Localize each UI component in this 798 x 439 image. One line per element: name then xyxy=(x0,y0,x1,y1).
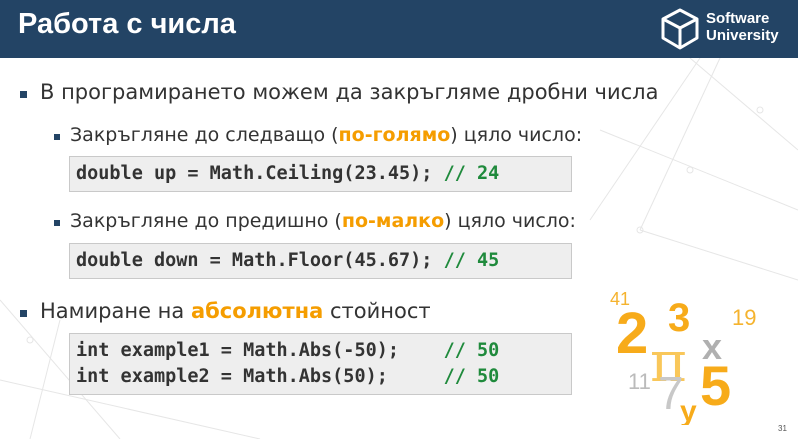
deco-y: y xyxy=(680,395,697,425)
bullet-square-icon xyxy=(20,91,27,98)
code-text: double up = Math.Ceiling(23.45); xyxy=(76,163,444,184)
subbullet-floor: Закръгляне до предишно (по-малко) цяло ч… xyxy=(54,210,576,232)
bullet-square-icon xyxy=(20,310,27,317)
code-comment: // 50 xyxy=(443,340,500,361)
deco-19: 19 xyxy=(732,305,756,330)
logo-line-1: Software xyxy=(706,10,770,27)
code-text: int example1 = Math.Abs(-50); xyxy=(76,340,444,361)
bullet-highlight: абсолютна xyxy=(190,299,324,323)
bullet-text: В програмирането можем да закръгляме дро… xyxy=(40,80,659,104)
subbullet-text-before: Закръгляне до следващо ( xyxy=(70,124,339,146)
code-line-2: int example2 = Math.Abs(50); // 50 xyxy=(76,364,565,390)
subbullet-text-after: ) цяло число: xyxy=(450,124,583,146)
bullet-text-before: Намиране на xyxy=(40,299,191,323)
logo-line-2: University xyxy=(706,27,779,44)
subbullet-text-after: ) цяло число: xyxy=(444,210,576,232)
page-number: 31 xyxy=(778,424,787,433)
code-block-abs: int example1 = Math.Abs(-50); // 50 int e… xyxy=(69,333,572,395)
bullet-square-icon xyxy=(54,220,60,226)
bullet-text-after: стойност xyxy=(323,299,431,323)
bullet-absolute: Намиране на абсолютна стойност xyxy=(20,299,431,323)
logo-cube-icon xyxy=(661,8,699,50)
deco-11: 11 xyxy=(628,369,651,394)
code-block-floor: double down = Math.Floor(45.67); // 45 xyxy=(69,243,572,279)
subbullet-text-before: Закръгляне до предишно ( xyxy=(70,210,342,232)
code-text: double down = Math.Floor(45.67); xyxy=(76,250,444,271)
bullet-square-icon xyxy=(54,134,60,140)
subbullet-ceiling: Закръгляне до следващо (по-голямо) цяло … xyxy=(54,124,583,146)
softuni-logo: Software University xyxy=(658,7,788,51)
math-decoration-graphic: 41 2 3 19 π x 11 7 5 y xyxy=(610,289,756,425)
code-line-1: int example1 = Math.Abs(-50); // 50 xyxy=(76,338,565,364)
code-comment: // 24 xyxy=(443,163,500,184)
subbullet-highlight: по-голямо xyxy=(338,124,451,146)
deco-2: 2 xyxy=(616,301,648,366)
slide-title: Работа с числа xyxy=(18,8,236,40)
code-block-ceiling: double up = Math.Ceiling(23.45); // 24 xyxy=(69,156,572,192)
code-text: int example2 = Math.Abs(50); xyxy=(76,366,444,387)
subbullet-highlight: по-малко xyxy=(341,210,445,232)
slide-header: Работа с числа Software University xyxy=(0,0,798,58)
bullet-rounding: В програмирането можем да закръгляме дро… xyxy=(20,80,659,104)
logo-text: Software University xyxy=(706,10,779,44)
code-comment: // 50 xyxy=(443,366,500,387)
deco-5: 5 xyxy=(700,354,731,417)
code-comment: // 45 xyxy=(443,250,500,271)
